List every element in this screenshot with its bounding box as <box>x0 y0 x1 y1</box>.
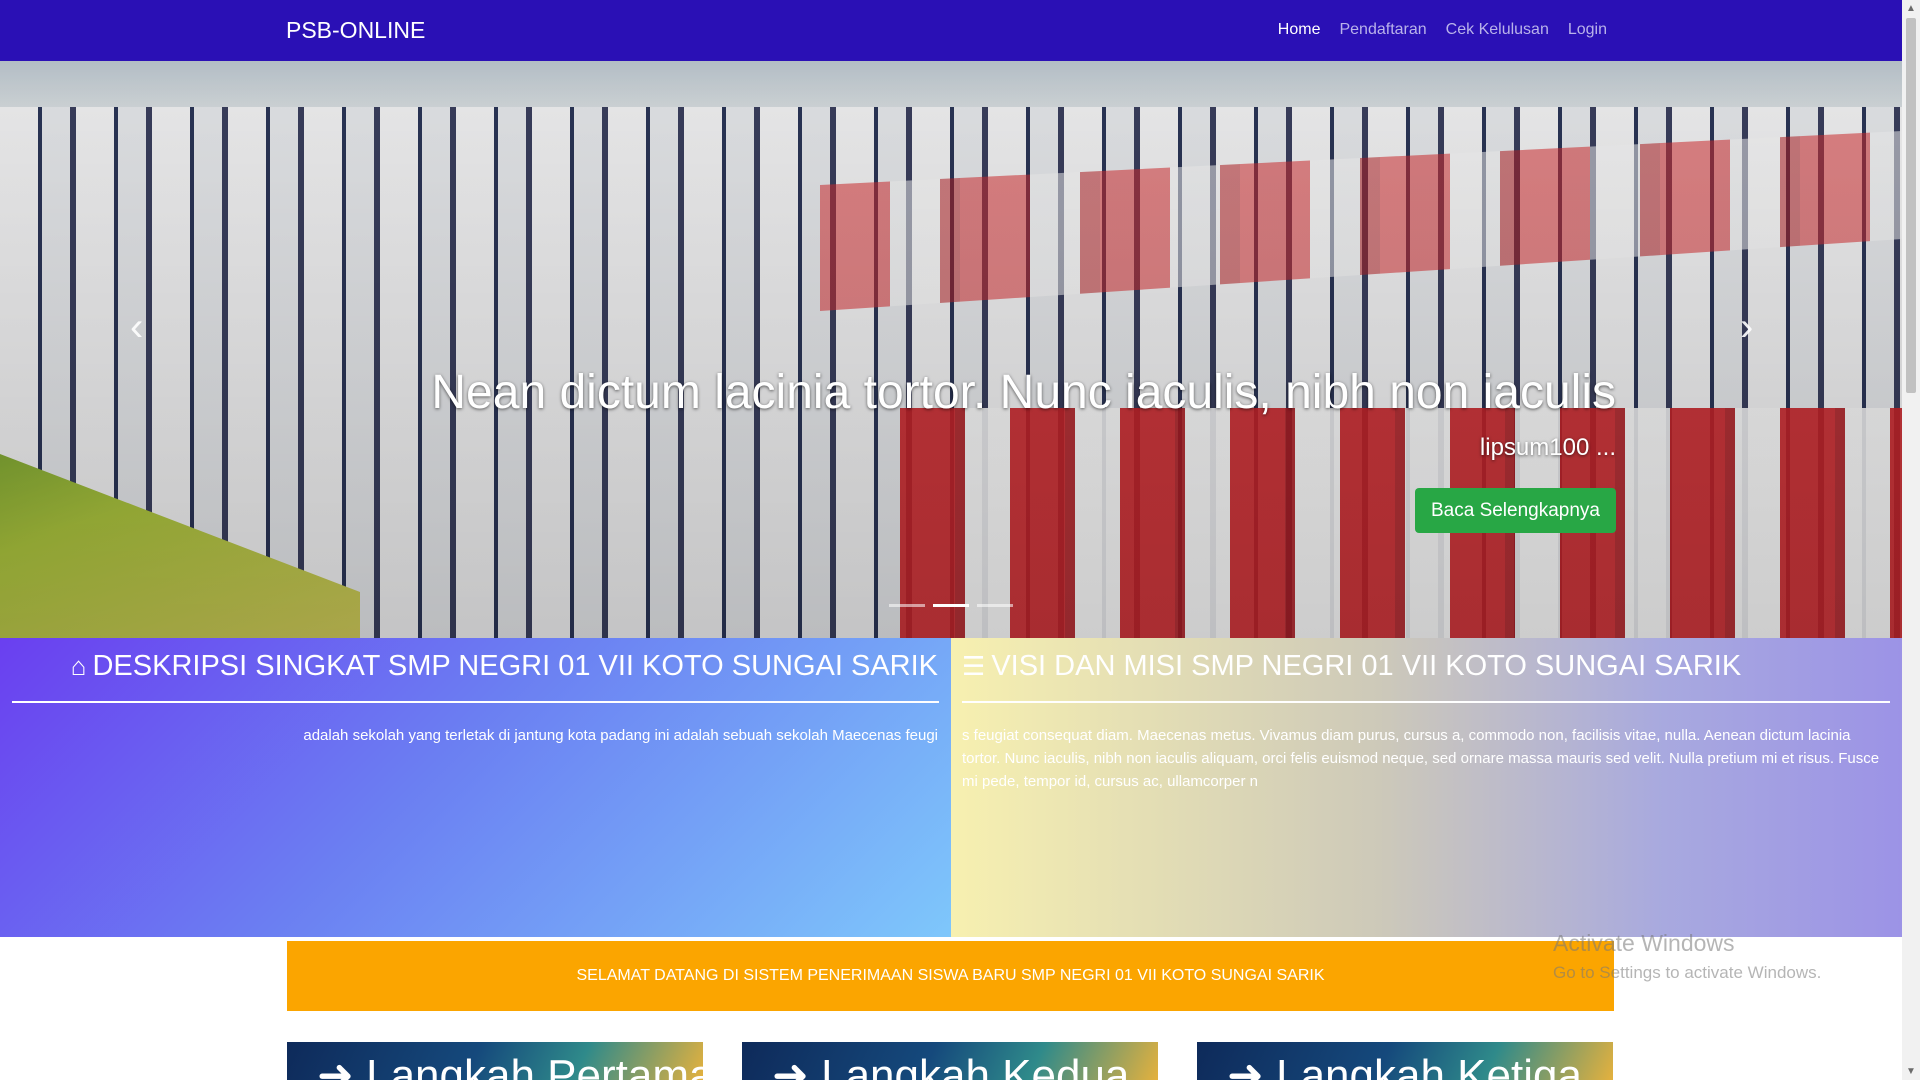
nav-item-pendaftaran[interactable]: Pendaftaran <box>1339 21 1426 39</box>
list-icon: ☰ <box>962 651 986 681</box>
carousel-indicator-3[interactable] <box>977 604 1013 607</box>
description-text: adalah sekolah yang terletak di jantung … <box>303 727 938 744</box>
hero-image <box>0 61 1902 638</box>
vision-mission-panel: ☰ VISI DAN MISI SMP NEGRI 01 VII KOTO SUN… <box>951 638 1902 937</box>
brand-logo[interactable]: PSB-ONLINE <box>286 17 425 44</box>
home-icon: ⌂ <box>70 651 87 681</box>
welcome-banner: SELAMAT DATANG DI SISTEM PENERIMAAN SISW… <box>287 941 1614 1011</box>
description-title-row: ⌂ DESKRIPSI SINGKAT SMP NEGRI 01 VII KOTO… <box>71 650 938 683</box>
watermark-title: Activate Windows <box>1553 930 1735 956</box>
carousel-prev-icon[interactable]: ‹ <box>130 307 143 347</box>
activate-windows-watermark: Activate Windows Go to Settings to activ… <box>1553 930 1821 983</box>
carousel-subtext: lipsum100 ... <box>1479 434 1616 461</box>
vision-text: s feugiat consequat diam. Maecenas metus… <box>962 727 1880 790</box>
scroll-down-icon[interactable]: ▼ <box>1902 1066 1920 1077</box>
carousel-heading: Nean dictum lacinia tortor. Nunc iaculis… <box>431 366 1616 419</box>
carousel-indicators <box>889 604 1013 607</box>
step-card-label: Langkah Pertama <box>366 1051 703 1080</box>
scrollbar-thumb[interactable] <box>1906 18 1916 393</box>
carousel-indicator-1[interactable] <box>889 604 925 607</box>
carousel-indicator-2[interactable] <box>933 604 969 607</box>
carousel-next-icon[interactable]: › <box>1740 307 1753 347</box>
description-title: DESKRIPSI SINGKAT SMP NEGRI 01 VII KOTO … <box>92 650 938 682</box>
watermark-subtitle: Go to Settings to activate Windows. <box>1553 963 1822 982</box>
step-card-label: Langkah Ketiga <box>1276 1051 1582 1080</box>
step-card-title: ➜ Langkah Pertama <box>317 1050 703 1080</box>
hero-carousel: ‹ › Nean dictum lacinia tortor. Nunc iac… <box>0 61 1902 638</box>
nav-item-cek-kelulusan[interactable]: Cek Kelulusan <box>1446 21 1549 39</box>
nav-item-login[interactable]: Login <box>1568 21 1607 39</box>
navbar: PSB-ONLINE Home Pendaftaran Cek Kelulusa… <box>0 0 1902 61</box>
vision-title: VISI DAN MISI SMP NEGRI 01 VII KOTO SUNG… <box>991 650 1742 682</box>
step-card-label: Langkah Kedua <box>821 1051 1130 1080</box>
vertical-scrollbar[interactable]: ▲ ▼ <box>1902 0 1920 1080</box>
divider <box>12 701 939 703</box>
arrow-icon: ➜ <box>317 1051 354 1080</box>
nav-item-home[interactable]: Home <box>1278 21 1321 39</box>
step-card-3[interactable]: ➜ Langkah Ketiga <box>1197 1042 1613 1080</box>
step-card-2[interactable]: ➜ Langkah Kedua <box>742 1042 1158 1080</box>
step-card-1[interactable]: ➜ Langkah Pertama <box>287 1042 703 1080</box>
nav-menu: Home Pendaftaran Cek Kelulusan Login <box>1278 21 1607 39</box>
step-card-title: ➜ Langkah Ketiga <box>1227 1050 1582 1080</box>
vision-title-row: ☰ VISI DAN MISI SMP NEGRI 01 VII KOTO SUN… <box>962 650 1741 683</box>
step-card-title: ➜ Langkah Kedua <box>772 1050 1129 1080</box>
arrow-icon: ➜ <box>1227 1051 1264 1080</box>
arrow-icon: ➜ <box>772 1051 809 1080</box>
description-panel: ⌂ DESKRIPSI SINGKAT SMP NEGRI 01 VII KOTO… <box>0 638 951 937</box>
divider <box>962 701 1890 703</box>
read-more-button[interactable]: Baca Selengkapnya <box>1415 488 1616 533</box>
scroll-up-icon[interactable]: ▲ <box>1902 3 1920 14</box>
